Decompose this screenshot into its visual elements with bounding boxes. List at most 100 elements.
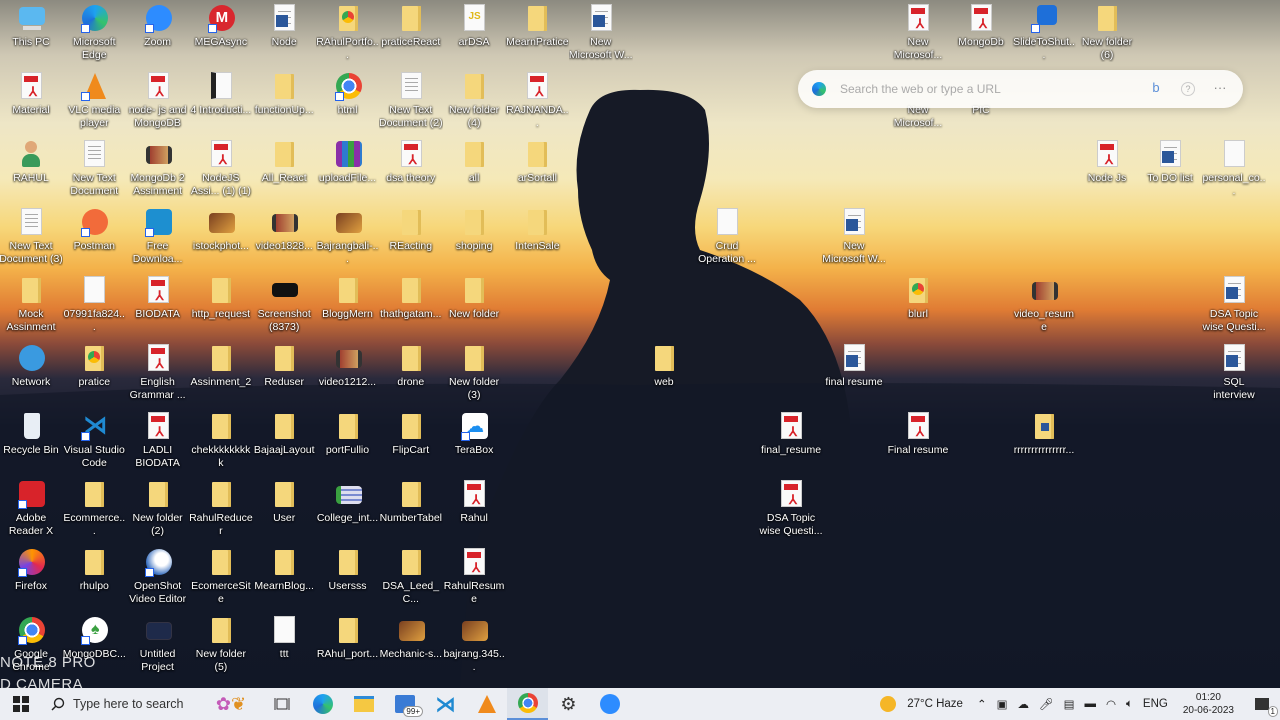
desktop-icon[interactable]: This PC <box>0 3 63 49</box>
task-view-button[interactable] <box>261 688 302 720</box>
desktop-icon[interactable]: video1828... <box>252 207 316 253</box>
desktop-icon[interactable]: all <box>442 139 506 185</box>
desktop-icon[interactable]: Screenshot (8373) <box>252 275 316 334</box>
desktop-icon[interactable]: New folder <box>442 275 506 321</box>
desktop-icon[interactable]: chekkkkkkkkk <box>189 411 253 470</box>
desktop-icon[interactable]: ⅄ RAJNANDA... <box>505 71 569 130</box>
desktop-icon[interactable]: BajaajLayout <box>252 411 316 457</box>
more-options-icon[interactable]: ··· <box>1211 80 1229 98</box>
desktop-icon[interactable]: New folder (6) <box>1075 3 1139 62</box>
desktop-icon[interactable]: ⅄ DSA Topic wise Questi... <box>759 479 823 538</box>
desktop-icon[interactable]: ⋊ Visual Studio Code <box>62 411 126 470</box>
edge-search-bar[interactable]: b ? ··· <box>798 70 1243 108</box>
taskbar-edge[interactable] <box>302 688 343 720</box>
desktop-icon[interactable]: ⅄ dsa theory <box>379 139 443 185</box>
desktop-icon[interactable]: Node <box>252 3 316 49</box>
desktop-icon[interactable]: Microsoft Edge <box>62 3 126 62</box>
show-hidden-icons-chevron-icon[interactable]: ⌃ <box>977 697 987 711</box>
taskbar-settings[interactable]: ⚙ <box>548 688 589 720</box>
desktop-icon[interactable]: web <box>632 343 696 389</box>
desktop-icon[interactable]: Recycle Bin <box>0 411 63 457</box>
desktop-icon[interactable]: thathgatam... <box>379 275 443 321</box>
desktop-icon[interactable]: New folder (2) <box>126 479 190 538</box>
desktop-icon[interactable]: Network <box>0 343 63 389</box>
desktop-icon[interactable]: 07991fa824... <box>62 275 126 334</box>
desktop-icon[interactable]: New Text Document (3) <box>0 207 63 266</box>
desktop-icon[interactable]: 4 Introducti... <box>189 71 253 117</box>
desktop-icon[interactable]: pratice <box>62 343 126 389</box>
desktop-icon[interactable]: portFullio <box>316 411 380 457</box>
desktop-icon[interactable]: Bajrangbali-... <box>316 207 380 266</box>
desktop-icon[interactable]: ⅄ LADLI BIODATA <box>126 411 190 470</box>
desktop-icon[interactable]: ⅄ New Microsof... <box>886 3 950 62</box>
desktop-icon[interactable]: ⅄ node- js and MongoDB <box>126 71 190 130</box>
desktop-icon[interactable]: ⅄ NodeJS Assi... (1) (1) <box>189 139 253 198</box>
desktop-icon[interactable]: ⅄ Rahul <box>442 479 506 525</box>
desktop-icon[interactable]: final resume <box>822 343 886 389</box>
desktop-icon[interactable]: Ecommerce... <box>62 479 126 538</box>
desktop-icon[interactable]: rrrrrrrrrrrrrrr... <box>1012 411 1076 457</box>
desktop-icon[interactable]: ⅄ BIODATA <box>126 275 190 321</box>
desktop-icon[interactable]: SQL interview question an... <box>1202 343 1266 402</box>
desktop-icon[interactable]: MearnPratice <box>505 3 569 49</box>
desktop-icon[interactable]: To DO list <box>1138 139 1202 185</box>
desktop-icon[interactable]: personal_co... <box>1202 139 1266 198</box>
notification-center-button[interactable]: 1 <box>1244 688 1280 720</box>
search-highlight-icon[interactable]: ✿ ❦ <box>201 688 261 720</box>
taskbar-search[interactable] <box>41 688 201 720</box>
wifi-icon[interactable]: ◠ <box>1106 697 1116 711</box>
help-icon[interactable]: ? <box>1181 82 1195 96</box>
meet-now-icon[interactable]: ▣ <box>997 697 1008 711</box>
desktop-icon[interactable]: Usersss <box>316 547 380 593</box>
desktop-icon[interactable]: http_request <box>189 275 253 321</box>
desktop-icon[interactable]: Adobe Reader X <box>0 479 63 538</box>
desktop-icon[interactable]: BloggMern <box>316 275 380 321</box>
taskbar-search-input[interactable] <box>73 697 193 711</box>
taskbar-zoom[interactable] <box>589 688 630 720</box>
desktop-icon[interactable]: Untitled Project <box>126 615 190 674</box>
language-indicator[interactable]: ENG <box>1143 698 1168 710</box>
desktop-icon[interactable]: ⅄ Material <box>0 71 63 117</box>
volume-icon[interactable]: 🔈︎ <box>1126 698 1133 711</box>
desktop-icon[interactable]: ⅄ English Grammar ... <box>126 343 190 402</box>
taskbar-vscode[interactable]: ⋊ <box>425 688 466 720</box>
taskbar-store[interactable]: 99+ <box>384 688 425 720</box>
weather-widget[interactable]: 27°C Haze <box>876 688 972 720</box>
desktop-icon[interactable]: ⅄ Final resume <box>886 411 950 457</box>
desktop-icon[interactable]: All_React <box>252 139 316 185</box>
desktop-icon[interactable]: SlideToShut... <box>1012 3 1076 62</box>
desktop-icon[interactable]: praticeReact <box>379 3 443 49</box>
desktop-icon[interactable]: Free Downloa... <box>126 207 190 266</box>
desktop-icon[interactable]: Postman <box>62 207 126 253</box>
desktop-icon[interactable]: New Text Document (2) <box>379 71 443 130</box>
desktop-icon[interactable]: New Microsoft W... <box>569 3 633 62</box>
desktop-icon[interactable]: EcomerceSite <box>189 547 253 606</box>
desktop-icon[interactable]: M MEGAsync <box>189 3 253 49</box>
desktop-icon[interactable]: Zoom <box>126 3 190 49</box>
desktop-icon[interactable]: video_resume <box>1012 275 1076 334</box>
start-button[interactable] <box>0 688 41 720</box>
desktop-icon[interactable]: New folder (3) <box>442 343 506 402</box>
desktop-icon[interactable]: functionUp... <box>252 71 316 117</box>
desktop-icon[interactable]: VLC media player <box>62 71 126 130</box>
desktop-icon[interactable]: REacting <box>379 207 443 253</box>
desktop-icon[interactable]: NumberTabel <box>379 479 443 525</box>
taskbar-file-explorer[interactable] <box>343 688 384 720</box>
desktop-icon[interactable]: JS arDSA <box>442 3 506 49</box>
desktop-icon[interactable]: New Text Document <box>62 139 126 198</box>
desktop-icon[interactable]: RAhul_port... <box>316 615 380 661</box>
desktop-icon[interactable]: FlipCart <box>379 411 443 457</box>
taskbar-chrome[interactable] <box>507 688 548 720</box>
desktop-icon[interactable]: MearnBlog... <box>252 547 316 593</box>
desktop-icon[interactable]: MongoDb 2 Assinment <box>126 139 190 198</box>
desktop-icon[interactable]: College_int... <box>316 479 380 525</box>
desktop-icon[interactable]: User <box>252 479 316 525</box>
desktop-icon[interactable]: Assinment_2 <box>189 343 253 389</box>
desktop-icon[interactable]: video1212... <box>316 343 380 389</box>
desktop-icon[interactable]: ⅄ final_resume <box>759 411 823 457</box>
desktop-icon[interactable]: New Microsoft W... <box>822 207 886 266</box>
desktop-icon[interactable]: shoping <box>442 207 506 253</box>
desktop-icon[interactable]: html <box>316 71 380 117</box>
desktop-icon[interactable]: RAHUL <box>0 139 63 185</box>
desktop-icon[interactable]: arSortall <box>505 139 569 185</box>
